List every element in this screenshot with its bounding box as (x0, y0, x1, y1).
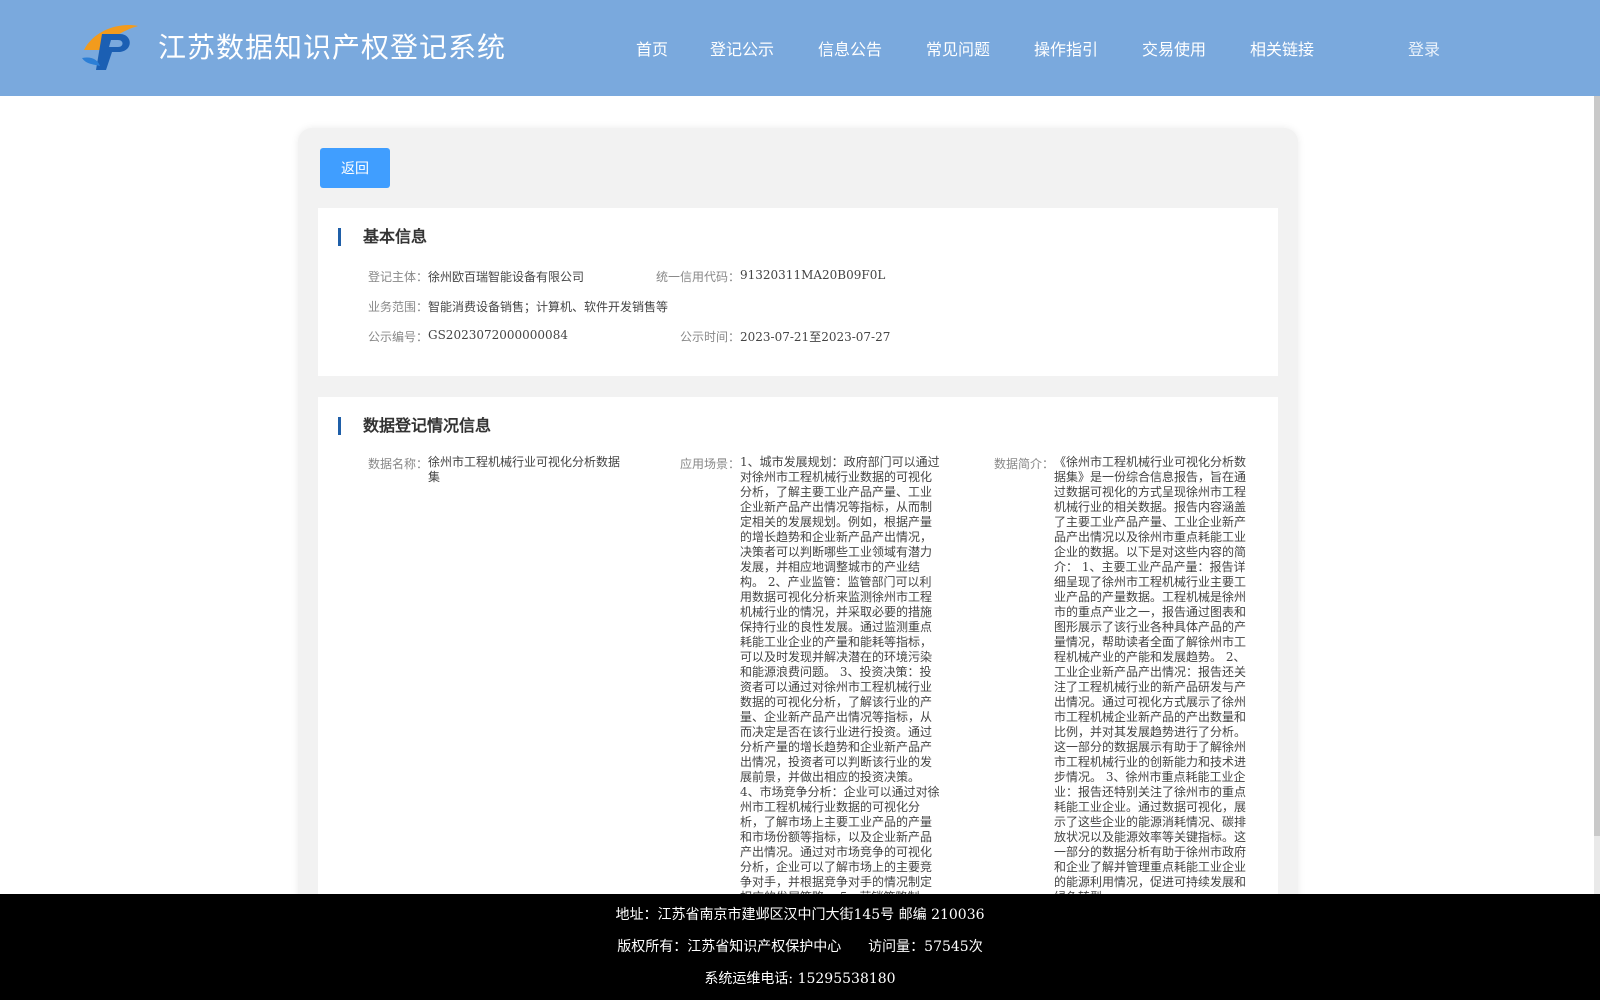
business-scope-label: 业务范围： (368, 300, 429, 314)
publicity-no-value: GS2023072000000084 (428, 328, 568, 342)
footer-copyright: 版权所有：江苏省知识产权保护中心 (617, 939, 842, 955)
basic-info-panel: 基本信息 登记主体： 徐州欧百瑞智能设备有限公司 统一信用代码： 9132031… (318, 208, 1278, 376)
data-name-value: 徐州市工程机械行业可视化分析数据集 (428, 455, 621, 484)
subject-label: 登记主体： (368, 270, 429, 284)
publicity-time-value: 2023-07-21至2023-07-27 (740, 330, 891, 344)
section-title-basic: 基本信息 (338, 228, 427, 246)
footer-phone: 系统运维电话: 15295538180 (704, 971, 896, 987)
publicity-time-label: 公示时间： (680, 330, 741, 344)
nav-home[interactable]: 首页 (636, 36, 668, 60)
page-footer: 地址：江苏省南京市建邺区汉中门大街145号 邮编 210036 版权所有：江苏省… (0, 894, 1600, 1000)
data-intro-value: 《徐州市工程机械行业可视化分析数据集》是一份综合信息报告，旨在通过数据可视化的方… (1054, 455, 1247, 897)
nav-info-notice[interactable]: 信息公告 (818, 36, 882, 60)
business-scope-value: 智能消费设备销售；计算机、软件开发销售等 (428, 300, 669, 314)
footer-visits: 访问量：57545次 (868, 939, 983, 955)
nav-faq[interactable]: 常见问题 (926, 36, 990, 60)
data-name-label: 数据名称： (368, 457, 429, 471)
subject-value: 徐州欧百瑞智能设备有限公司 (428, 270, 585, 284)
nav-trade-use[interactable]: 交易使用 (1142, 36, 1206, 60)
footer-address: 地址：江苏省南京市建邺区汉中门大街145号 邮编 210036 (615, 907, 985, 923)
nav-guide[interactable]: 操作指引 (1034, 36, 1098, 60)
nav-registration-publicity[interactable]: 登记公示 (710, 36, 774, 60)
footer-copyright-line: 版权所有：江苏省知识产权保护中心 访问量：57545次 (0, 936, 1600, 956)
application-scene-value: 1、城市发展规划：政府部门可以通过对徐州市工程机械行业数据的可视化分析，了解主要… (740, 455, 940, 897)
nav-related-links[interactable]: 相关链接 (1250, 36, 1314, 60)
publicity-no-label: 公示编号： (368, 330, 429, 344)
data-intro-label: 数据简介： (994, 457, 1055, 471)
back-button[interactable]: 返回 (320, 148, 390, 188)
application-scene-label: 应用场景： (680, 457, 741, 471)
section-title-data: 数据登记情况信息 (338, 417, 491, 435)
main-nav: 首页 登记公示 信息公告 常见问题 操作指引 交易使用 相关链接 (0, 36, 1600, 60)
top-header: 江苏数据知识产权登记系统 首页 登记公示 信息公告 常见问题 操作指引 交易使用… (0, 0, 1600, 96)
credit-code-value: 91320311MA20B09F0L (740, 268, 886, 282)
login-link[interactable]: 登录 (1408, 36, 1440, 60)
credit-code-label: 统一信用代码： (656, 270, 741, 284)
page-scrollbar-thumb[interactable] (1594, 96, 1600, 836)
data-registration-panel: 数据登记情况信息 数据名称： 徐州市工程机械行业可视化分析数据集 应用场景： 1… (318, 397, 1278, 897)
